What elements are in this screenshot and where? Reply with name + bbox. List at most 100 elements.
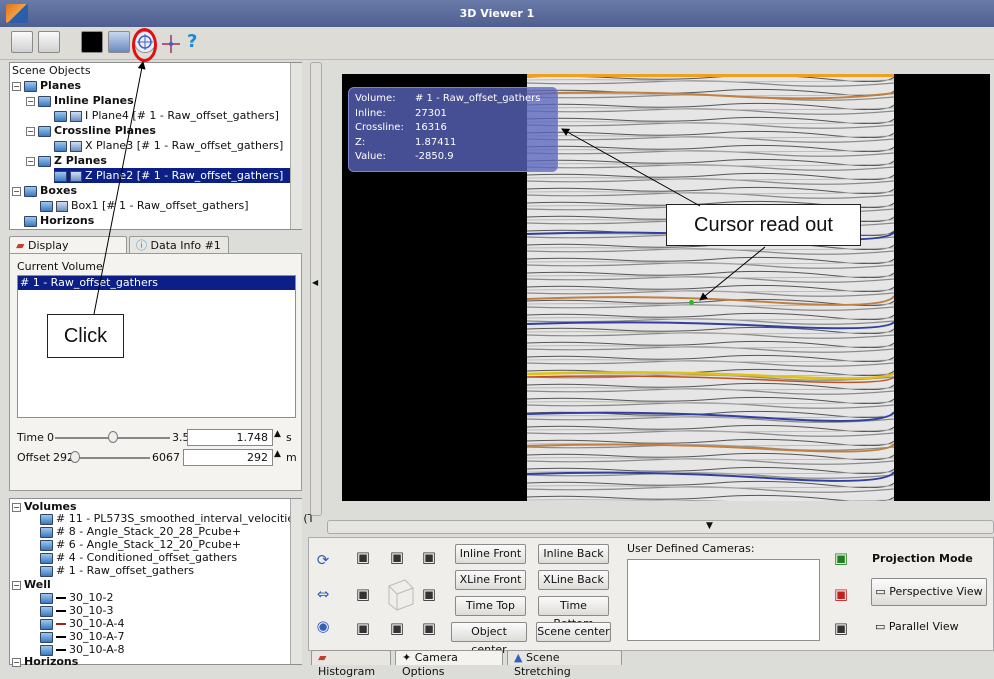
collapse-icon[interactable]: − — [26, 126, 35, 136]
cursor-readout-panel: Volume: # 1 - Raw_offset_gathers Inline: 2… — [348, 87, 558, 172]
time-unit: s — [286, 431, 292, 444]
volume-icon — [70, 110, 82, 122]
collapse-icon[interactable]: − — [12, 580, 21, 590]
help-icon[interactable]: ? — [187, 31, 197, 52]
camera-icon[interactable]: ▣ — [419, 547, 439, 567]
camera-icon[interactable]: ▣ — [419, 618, 439, 638]
camera-icon[interactable]: ▣ — [387, 618, 407, 638]
tree-row-box1[interactable]: Box1 [# 1 - Raw_offset_gathers] — [40, 198, 249, 213]
perspective-view-button[interactable]: ▭ Perspective View — [871, 578, 987, 606]
parallel-view-option[interactable]: ▭ Parallel View — [875, 620, 959, 633]
collapse-down-icon[interactable]: ▼ — [706, 521, 713, 531]
volume-icon — [56, 200, 68, 212]
title-bar: 3D Viewer 1 — [0, 0, 994, 27]
tree-row-iplane4[interactable]: I Plane4 [# 1 - Raw_offset_gathers] — [54, 108, 279, 123]
camera-icon[interactable]: ▣ — [353, 584, 373, 604]
inline-front-button[interactable]: Inline Front — [455, 544, 526, 564]
rotate-x-icon[interactable]: ⟳ — [313, 550, 333, 570]
display-properties-panel: Current Volume # 1 - Raw_offset_gathers … — [9, 253, 302, 491]
tree-row-crossline-planes[interactable]: − Crossline Planes — [26, 123, 156, 138]
offset-spin-icon[interactable]: ▲ — [274, 449, 281, 459]
time-slider-handle[interactable] — [107, 431, 118, 443]
offset-slider-track[interactable] — [75, 457, 150, 459]
tree-row-z-planes[interactable]: − Z Planes — [26, 153, 107, 168]
projection-mode-label: Projection Mode — [872, 552, 973, 565]
cube-view-icon[interactable] — [108, 31, 130, 53]
rotate-y-icon[interactable]: ⇔ — [313, 584, 333, 604]
scene-objects-scrollbar[interactable] — [290, 63, 302, 229]
collapse-left-icon[interactable]: ◀ — [312, 278, 318, 287]
list-item-raw-offset[interactable]: # 1 - Raw_offset_gathers — [18, 276, 295, 290]
collapse-icon[interactable]: − — [26, 156, 35, 166]
volume-icon — [40, 552, 53, 564]
app-logo-icon — [6, 4, 28, 23]
camera-icon[interactable]: ▣ — [387, 547, 407, 567]
plane-icon — [38, 125, 51, 137]
scene-center-button[interactable]: Scene center — [536, 622, 611, 642]
add-camera-icon[interactable]: ▣ — [831, 548, 851, 568]
tab-display-properties[interactable]: ▰ Display Properties — [9, 236, 127, 269]
tree-row-horizons-lower[interactable]: − Horizons — [12, 654, 78, 669]
offset-value-field[interactable]: 292 — [183, 449, 273, 466]
collapse-icon[interactable]: − — [12, 657, 21, 667]
offset-unit: m — [286, 451, 297, 464]
cursor-point-marker — [689, 300, 694, 305]
inline-back-button[interactable]: Inline Back — [538, 544, 609, 564]
collapse-icon[interactable]: − — [12, 186, 21, 196]
time-top-button[interactable]: Time Top — [455, 596, 526, 616]
window-title: 3D Viewer 1 — [459, 7, 535, 20]
plane-icon — [38, 155, 51, 167]
volume-icon — [40, 565, 53, 577]
edit-camera-icon[interactable]: ▣ — [831, 618, 851, 638]
time-spin-icon[interactable]: ▲ — [274, 429, 281, 439]
bottom-splitter[interactable]: ▼ — [327, 520, 994, 534]
tab-camera-options[interactable]: ✦ Camera Options — [395, 650, 503, 678]
user-cameras-list[interactable] — [627, 559, 820, 641]
tab-data-info[interactable]: ⓘ Data Info #1 — [129, 236, 229, 254]
visible-icon[interactable] — [54, 110, 67, 122]
object-center-button[interactable]: Object center — [451, 622, 527, 656]
delete-camera-icon[interactable]: ▣ — [831, 584, 851, 604]
visible-icon[interactable] — [54, 140, 67, 152]
tree-row-planes[interactable]: − Planes — [12, 78, 81, 93]
tab-scene-stretching[interactable]: ▲ Scene Stretching — [507, 650, 622, 678]
camera-icon[interactable]: ▣ — [353, 547, 373, 567]
tab-histogram[interactable]: ▰ Histogram — [311, 650, 391, 678]
xline-back-button[interactable]: XLine Back — [538, 570, 609, 590]
volume-icon — [70, 140, 82, 152]
visible-icon[interactable] — [40, 200, 53, 212]
tree-row-inline-planes[interactable]: − Inline Planes — [26, 93, 134, 108]
offset-label: Offset — [17, 451, 51, 464]
perspective-icon: ▭ — [875, 585, 886, 598]
rotate-z-icon[interactable]: ◉ — [313, 616, 333, 636]
readout-row: Inline: 27301 — [355, 107, 447, 119]
well-icon — [40, 605, 53, 617]
visible-icon[interactable] — [54, 170, 67, 182]
volume-icon — [40, 539, 53, 551]
parallel-icon: ▭ — [875, 620, 886, 633]
background-color-button[interactable] — [81, 31, 103, 53]
camera-icon[interactable]: ▣ — [353, 618, 373, 638]
tree-row-boxes[interactable]: − Boxes — [12, 183, 77, 198]
time-bottom-button[interactable]: Time Bottom — [538, 596, 609, 630]
tree-row-zplane2[interactable]: Z Plane2 [# 1 - Raw_offset_gathers] — [54, 168, 290, 183]
layout-left-button[interactable] — [11, 31, 33, 53]
time-label: Time — [17, 431, 44, 444]
data-tree-scrollbar[interactable] — [290, 499, 302, 664]
well-icon — [40, 631, 53, 643]
collapse-icon[interactable]: − — [26, 96, 35, 106]
layout-right-button[interactable] — [38, 31, 60, 53]
list-item[interactable]: # 1 - Raw_offset_gathers — [40, 563, 194, 578]
panel-splitter[interactable]: ◀ — [310, 62, 322, 516]
xline-front-button[interactable]: XLine Front — [455, 570, 526, 590]
pick-crosshair-icon[interactable] — [160, 33, 182, 55]
camera-options-panel: ⟳ ⇔ ◉ ▣ ▣ ▣ ▣ ▣ ▣ ▣ ▣ Inline Front Inlin… — [308, 537, 994, 656]
collapse-icon[interactable]: − — [12, 502, 21, 512]
time-value-field[interactable]: 1.748 — [187, 429, 273, 446]
camera-icon[interactable]: ▣ — [419, 584, 439, 604]
readout-row: Crossline: 16316 — [355, 122, 447, 133]
collapse-icon[interactable]: − — [12, 81, 21, 91]
tree-row-horizons[interactable]: Horizons — [12, 213, 94, 228]
tree-row-xplane3[interactable]: X Plane3 [# 1 - Raw_offset_gathers] — [54, 138, 283, 153]
offset-slider-handle[interactable] — [70, 451, 80, 463]
